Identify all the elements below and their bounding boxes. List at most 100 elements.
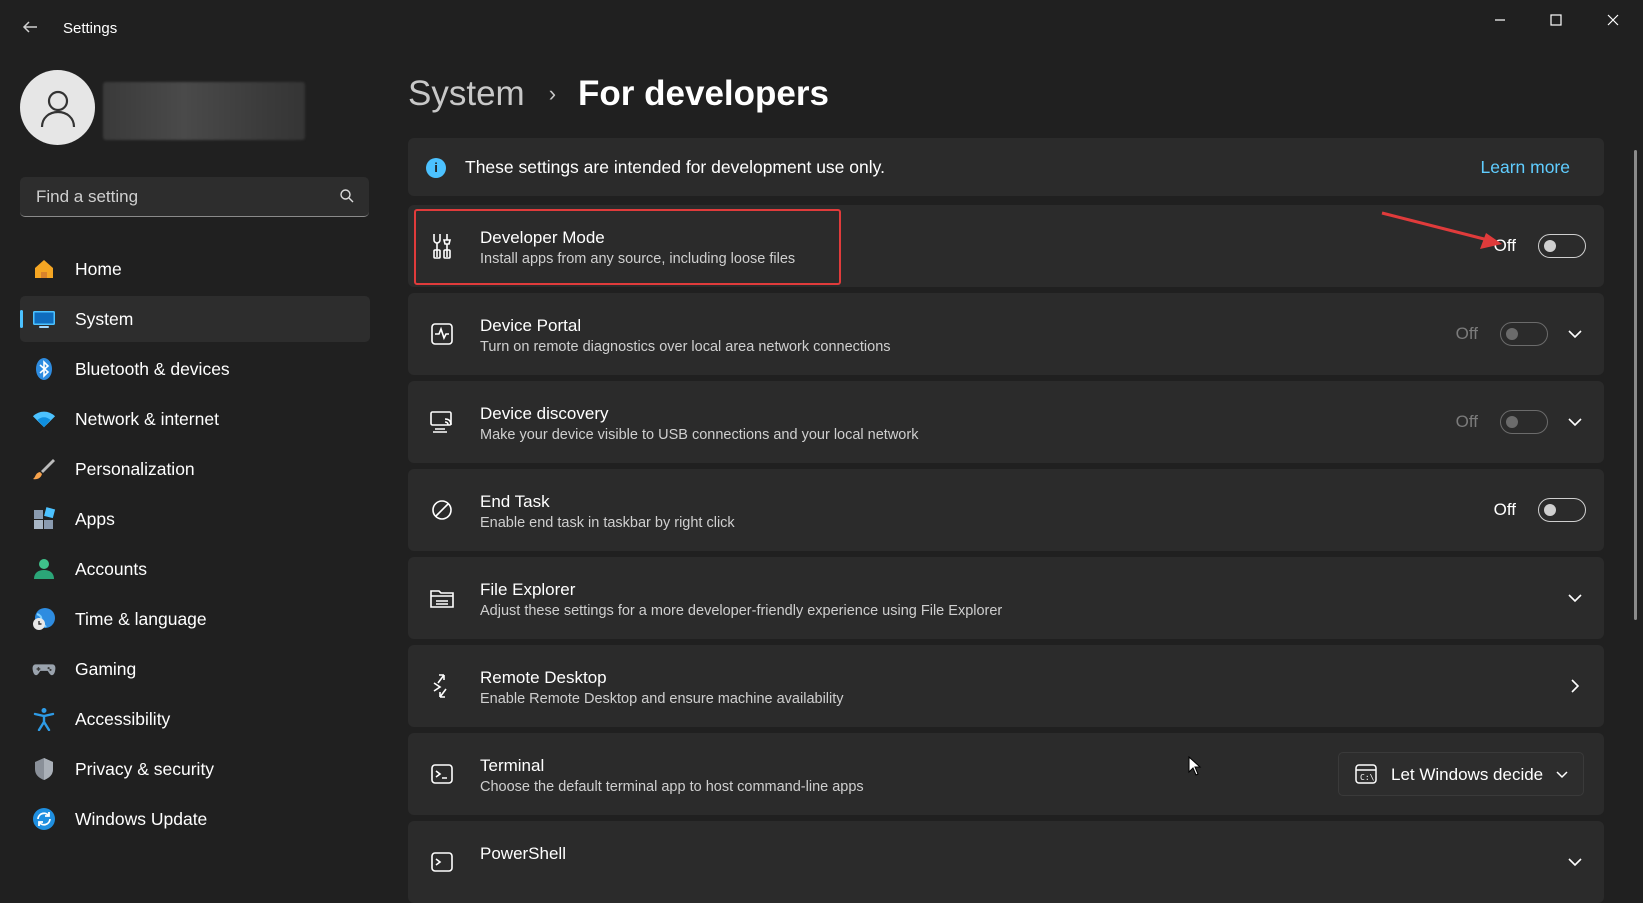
sidebar-item-label: Time & language [75,608,207,629]
terminal-icon [428,760,456,788]
chevron-down-icon[interactable] [1564,851,1586,873]
device-discovery-toggle [1500,410,1548,434]
setting-title: End Task [480,492,550,511]
update-icon [32,807,56,831]
minimize-button[interactable] [1477,6,1523,34]
developer-mode-toggle[interactable] [1538,234,1586,258]
setting-description: Turn on remote diagnostics over local ar… [480,339,891,355]
device-discovery-icon [428,408,456,436]
back-arrow-icon [22,21,37,33]
sidebar-item-time-language[interactable]: Time & language [20,596,370,642]
sidebar-item-label: Windows Update [75,808,208,829]
chevron-down-icon [1556,771,1568,779]
remote-desktop-icon [428,672,456,700]
breadcrumb-parent[interactable]: System [408,74,525,114]
maximize-icon [1550,14,1562,26]
setting-title: Device discovery [480,404,609,423]
info-text: These settings are intended for developm… [465,157,885,177]
setting-title: Remote Desktop [480,668,607,687]
setting-terminal: Terminal Choose the default terminal app… [408,733,1604,815]
setting-device-discovery[interactable]: Device discovery Make your device visibl… [408,381,1604,463]
sidebar-item-home[interactable]: Home [20,246,370,292]
sidebar-item-gaming[interactable]: Gaming [20,646,370,692]
account-name-blurred [103,82,305,140]
toggle-state-label: Off [1493,500,1516,519]
sidebar-item-label: Gaming [75,658,137,679]
learn-more-link[interactable]: Learn more [1481,157,1571,178]
chevron-down-icon[interactable] [1564,411,1586,433]
svg-text:C:\: C:\ [1360,773,1375,782]
info-icon: i [426,158,446,178]
toggle-knob [1544,504,1556,516]
device-portal-toggle [1500,322,1548,346]
sidebar-item-bluetooth[interactable]: Bluetooth & devices [20,346,370,392]
brush-icon [32,457,56,481]
sidebar-item-label: Accounts [75,558,147,579]
system-icon [32,307,56,331]
sidebar-item-apps[interactable]: Apps [20,496,370,542]
setting-title: Terminal [480,756,545,775]
title-bar: Settings [0,0,1643,60]
sidebar-item-label: System [75,308,134,329]
gamepad-icon [32,657,56,681]
close-icon [1607,14,1619,26]
account-icon [32,557,56,581]
app-title: Settings [63,20,118,37]
accessibility-icon [32,707,56,731]
sidebar-item-label: Apps [75,508,115,529]
toggle-knob [1544,240,1556,252]
sidebar-item-accounts[interactable]: Accounts [20,546,370,592]
setting-title: Device Portal [480,316,582,335]
wifi-icon [32,407,56,431]
setting-description: Enable Remote Desktop and ensure machine… [480,691,844,707]
setting-file-explorer[interactable]: File Explorer Adjust these settings for … [408,557,1604,639]
setting-title: File Explorer [480,580,576,599]
minimize-icon [1495,19,1505,21]
sidebar-item-label: Bluetooth & devices [75,358,230,379]
chevron-right-icon[interactable] [1564,675,1586,697]
setting-end-task: End Task Enable end task in taskbar by r… [408,469,1604,551]
sidebar-item-windows-update[interactable]: Windows Update [20,796,370,842]
end-task-toggle[interactable] [1538,498,1586,522]
maximize-button[interactable] [1533,6,1579,34]
toggle-state-label: Off [1455,324,1478,343]
close-button[interactable] [1590,6,1636,34]
terminal-app-dropdown[interactable]: C:\ Let Windows decide [1338,752,1584,796]
sidebar-item-label: Accessibility [75,708,171,729]
annotation-highlight-box [414,209,841,285]
sidebar-item-label: Home [75,258,122,279]
sidebar-item-system[interactable]: System [20,296,370,342]
setting-title: PowerShell [480,844,566,863]
breadcrumb: System › For developers [408,74,829,114]
sidebar-item-network[interactable]: Network & internet [20,396,370,442]
sidebar-item-accessibility[interactable]: Accessibility [20,696,370,742]
search-box[interactable] [20,177,369,217]
search-icon [340,189,354,203]
toggle-state-label: Off [1493,236,1516,255]
setting-developer-mode: Developer Mode Install apps from any sou… [408,205,1604,287]
bluetooth-icon [32,357,56,381]
sidebar-item-personalization[interactable]: Personalization [20,446,370,492]
setting-device-portal[interactable]: Device Portal Turn on remote diagnostics… [408,293,1604,375]
chevron-down-icon[interactable] [1564,323,1586,345]
sidebar-item-label: Personalization [75,458,195,479]
sidebar-item-label: Network & internet [75,408,219,429]
toggle-knob [1506,416,1518,428]
dropdown-selected-value: Let Windows decide [1391,765,1544,784]
setting-powershell[interactable]: PowerShell [408,821,1604,903]
apps-icon [32,507,56,531]
prohibited-icon [428,496,456,524]
chevron-down-icon[interactable] [1564,587,1586,609]
setting-description: Adjust these settings for a more develop… [480,603,1003,619]
setting-remote-desktop[interactable]: Remote Desktop Enable Remote Desktop and… [408,645,1604,727]
back-button[interactable] [18,18,42,42]
sidebar-item-privacy-security[interactable]: Privacy & security [20,746,370,792]
shield-icon [32,757,56,781]
avatar[interactable] [20,70,95,145]
mouse-cursor-icon [1188,756,1202,776]
sidebar-nav: Home System Bluetooth & devices Network … [20,246,370,846]
scrollbar[interactable] [1634,150,1637,620]
globe-clock-icon [32,607,56,631]
pulse-monitor-icon [428,320,456,348]
search-input[interactable] [34,177,328,217]
